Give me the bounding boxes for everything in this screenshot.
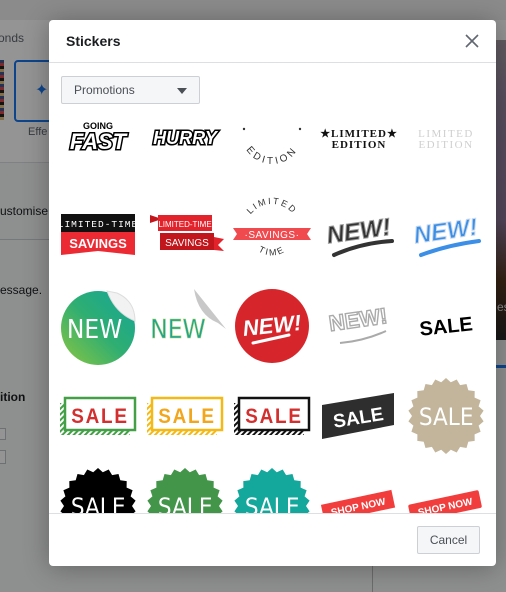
sticker-image: LIMITED ·SAVINGS· TIME	[233, 196, 311, 258]
sticker-sale-teal-seal[interactable]: SALE	[229, 463, 315, 513]
sticker-limited-edition-stars[interactable]: ★LIMITED★ EDITION	[316, 109, 402, 185]
svg-text:SALE: SALE	[71, 405, 129, 428]
svg-text:NEW: NEW	[67, 314, 122, 344]
svg-text:EDITION: EDITION	[332, 139, 387, 151]
svg-text:FAST: FAST	[70, 129, 128, 154]
sticker-new-peel-teal[interactable]: NEW	[142, 283, 228, 369]
stickers-dialog: Stickers Promotions GOING FAST HURRY EDIT…	[49, 20, 496, 566]
sticker-limited-time-savings-ribbon[interactable]: LIMITED-TIME SAVINGS	[142, 191, 228, 277]
sticker-image: ★LIMITED★ EDITION	[320, 128, 397, 151]
sticker-image: SALE	[234, 396, 311, 435]
sticker-image: LIMITED-TIME SAVINGS	[150, 215, 224, 251]
sticker-image: LIMITED EDITION	[418, 128, 473, 151]
dialog-footer: Cancel	[49, 513, 496, 566]
sticker-sale-black-text[interactable]: SALE	[403, 283, 489, 369]
sticker-limited-edition-circle[interactable]: EDITION	[229, 109, 315, 185]
svg-text:EDITION: EDITION	[418, 139, 473, 151]
svg-text:SALE: SALE	[418, 313, 473, 340]
sticker-image: NEW!	[235, 289, 309, 363]
sticker-hurry[interactable]: HURRY	[142, 109, 228, 185]
sticker-grid[interactable]: GOING FAST HURRY EDITION ★LIMITED★ EDITIO…	[49, 109, 496, 513]
svg-text:LIMITED-TIME: LIMITED-TIME	[58, 219, 138, 230]
sticker-image: NEW	[150, 289, 226, 345]
sticker-sale-black-seal[interactable]: SALE	[55, 463, 141, 513]
sticker-image: SALE	[408, 378, 484, 454]
category-dropdown-value: Promotions	[74, 83, 135, 97]
svg-text:·SAVINGS·: ·SAVINGS·	[245, 230, 300, 241]
svg-text:SAVINGS: SAVINGS	[165, 238, 209, 249]
sticker-image: NEW!	[412, 213, 481, 257]
svg-text:HURRY: HURRY	[153, 128, 219, 148]
sticker-limited-time-savings-circle[interactable]: LIMITED ·SAVINGS· TIME	[229, 191, 315, 277]
sticker-image: SHOP NOW	[408, 490, 482, 513]
sticker-new-dark[interactable]: NEW!	[316, 191, 402, 277]
sticker-image: LIMITED-TIME SAVINGS	[58, 214, 138, 255]
sticker-image: NEW!	[327, 302, 390, 344]
dialog-header: Stickers	[49, 20, 496, 63]
sticker-image: SALE	[147, 468, 223, 513]
sticker-new-outline-gray[interactable]: NEW!	[316, 283, 402, 369]
svg-text:LIMITED: LIMITED	[245, 196, 300, 216]
sticker-new-red-circle[interactable]: NEW!	[229, 283, 315, 369]
category-dropdown[interactable]: Promotions	[61, 76, 200, 104]
sticker-sale-black-banner[interactable]: SALE	[316, 373, 402, 459]
sticker-sale-tan-seal[interactable]: SALE	[403, 373, 489, 459]
sticker-sale-yellow-frame[interactable]: SALE	[142, 373, 228, 459]
close-button[interactable]	[464, 33, 480, 49]
svg-text:SAVINGS: SAVINGS	[69, 236, 127, 251]
cancel-button[interactable]: Cancel	[417, 526, 480, 554]
sticker-image: SHOP NOW	[320, 489, 396, 513]
svg-text:SALE: SALE	[158, 494, 213, 513]
sticker-shop-now-ribbon[interactable]: SHOP NOW	[316, 463, 402, 513]
sticker-image: SALE	[234, 468, 310, 513]
svg-text:SALE: SALE	[245, 405, 303, 428]
sticker-limited-edition-light[interactable]: LIMITED EDITION	[403, 109, 489, 185]
sticker-going-fast[interactable]: GOING FAST	[55, 109, 141, 185]
close-icon	[465, 34, 479, 48]
sticker-shop-now-tag[interactable]: SHOP NOW	[403, 463, 489, 513]
sticker-image: GOING FAST	[68, 121, 129, 156]
svg-text:SALE: SALE	[158, 405, 216, 428]
svg-text:SALE: SALE	[419, 404, 474, 431]
svg-text:SALE: SALE	[71, 494, 126, 513]
sticker-image: EDITION	[242, 127, 302, 168]
sticker-image: HURRY	[152, 127, 221, 150]
svg-text:SALE: SALE	[245, 494, 300, 513]
sticker-new-blue[interactable]: NEW!	[403, 191, 489, 277]
sticker-limited-time-savings-block[interactable]: LIMITED-TIME SAVINGS	[55, 191, 141, 277]
sticker-sale-green-seal[interactable]: SALE	[142, 463, 228, 513]
sticker-new-peel-green[interactable]: NEW	[55, 283, 141, 369]
sticker-image: SALE	[322, 393, 394, 439]
svg-text:TIME: TIME	[257, 244, 287, 258]
svg-text:NEW!: NEW!	[327, 303, 389, 336]
sticker-image: SALE	[60, 396, 137, 435]
svg-text:NEW!: NEW!	[325, 214, 392, 250]
svg-text:NEW: NEW	[150, 314, 205, 344]
sticker-image: SALE	[60, 468, 136, 513]
sticker-image: NEW	[61, 290, 136, 365]
svg-text:LIMITED-TIME: LIMITED-TIME	[158, 220, 211, 229]
sticker-image: NEW!	[325, 213, 394, 257]
svg-text:EDITION: EDITION	[244, 145, 301, 168]
sticker-image: SALE	[147, 396, 224, 435]
sticker-sale-black-frame[interactable]: SALE	[229, 373, 315, 459]
dialog-title: Stickers	[66, 33, 121, 49]
sticker-image: SALE	[418, 313, 473, 340]
caret-down-icon	[177, 88, 187, 94]
sticker-sale-green-frame[interactable]: SALE	[55, 373, 141, 459]
